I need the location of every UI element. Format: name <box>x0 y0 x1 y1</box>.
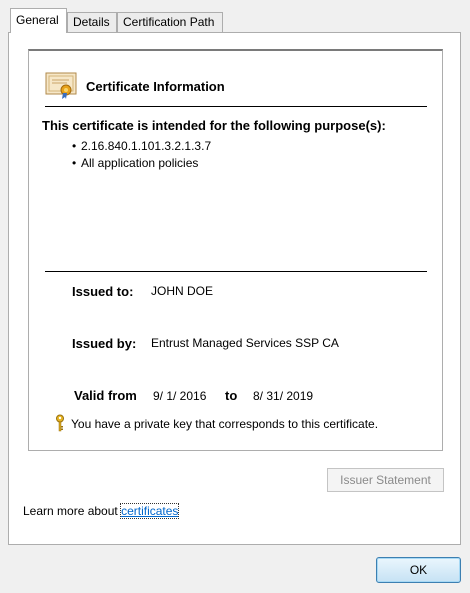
tab-certification-path[interactable]: Certification Path <box>117 12 223 32</box>
valid-to-label: to <box>225 388 238 403</box>
issuer-statement-button[interactable]: Issuer Statement <box>327 468 444 492</box>
certificate-info-title: Certificate Information <box>86 79 225 94</box>
certificate-icon <box>45 72 77 99</box>
valid-from-label: Valid from <box>74 388 137 403</box>
valid-to-date: 8/ 31/ 2019 <box>253 389 314 403</box>
valid-from-date: 9/ 1/ 2016 <box>153 389 207 403</box>
divider <box>45 271 427 272</box>
tab-general[interactable]: General <box>10 8 67 33</box>
divider <box>45 106 427 107</box>
purpose-item: 2.16.840.1.101.3.2.1.3.7 <box>72 138 211 155</box>
ok-button[interactable]: OK <box>376 557 461 583</box>
issued-to-label: Issued to: <box>72 284 134 299</box>
tab-details[interactable]: Details <box>67 12 117 32</box>
purpose-list: 2.16.840.1.101.3.2.1.3.7 All application… <box>72 138 211 172</box>
learn-more-prefix: Learn more about <box>23 504 122 518</box>
private-key-message: You have a private key that corresponds … <box>71 417 379 431</box>
issued-by-value: Entrust Managed Services SSP CA <box>151 336 339 350</box>
learn-more-text: Learn more about certificates <box>23 503 180 519</box>
certificates-link[interactable]: certificates <box>120 503 180 519</box>
issued-by-label: Issued by: <box>72 336 137 351</box>
issued-to-value: JOHN DOE <box>151 284 214 298</box>
general-tab-panel: Certificate Information This certificate… <box>8 32 461 545</box>
certificate-info-box: Certificate Information This certificate… <box>28 49 443 451</box>
purpose-item: All application policies <box>72 155 211 172</box>
key-icon <box>56 414 64 432</box>
purpose-heading: This certificate is intended for the fol… <box>42 118 386 133</box>
